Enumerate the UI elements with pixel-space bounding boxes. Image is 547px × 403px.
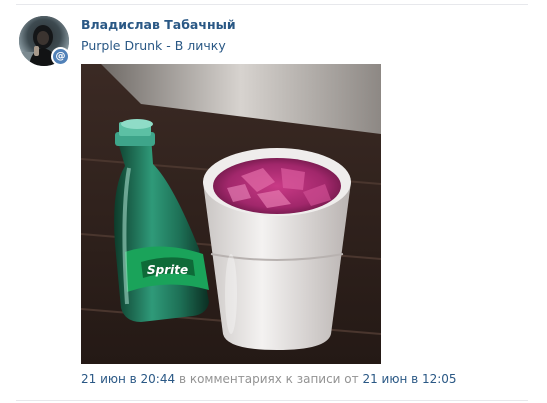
post-text: Purple Drunk - В личку: [81, 38, 226, 53]
at-sign-icon: @: [53, 49, 68, 64]
post-meta: 21 июн в 20:44 в комментариях к записи о…: [81, 372, 457, 386]
svg-text:Sprite: Sprite: [147, 263, 188, 277]
photo-image: Sprite: [81, 64, 381, 364]
bottom-divider: [16, 400, 528, 401]
comment-time-link[interactable]: 21 июн в 20:44: [81, 372, 175, 386]
foam-cup: [203, 148, 351, 350]
top-divider: [16, 4, 528, 5]
post-photo[interactable]: Sprite: [81, 64, 381, 364]
parent-post-time-link[interactable]: 21 июн в 12:05: [362, 372, 456, 386]
author-name[interactable]: Владислав Табачный: [81, 17, 236, 32]
meta-context: в комментариях к записи от: [175, 372, 363, 386]
mention-badge: @: [51, 47, 70, 66]
comment-post: @ Владислав Табачный Purple Drunk - В ли…: [0, 0, 547, 403]
